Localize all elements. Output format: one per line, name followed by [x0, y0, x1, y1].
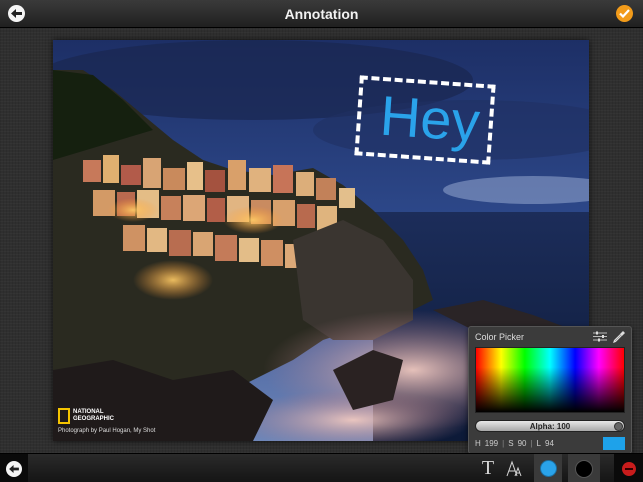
s-value[interactable]: 90 — [518, 439, 527, 448]
alpha-label: Alpha: 100 — [529, 422, 571, 431]
national-geographic-logo-icon — [58, 408, 70, 424]
l-label: L — [536, 439, 541, 448]
font-size-icon — [506, 460, 522, 476]
bottom-toolbar: T — [0, 453, 643, 482]
stroke-dot-icon — [575, 459, 593, 478]
page-title: Annotation — [284, 6, 359, 22]
sliders-icon[interactable] — [593, 331, 607, 342]
delete-button[interactable] — [614, 454, 643, 482]
back-button-bottom[interactable] — [0, 454, 28, 482]
eyedropper-icon[interactable] — [613, 330, 626, 343]
text-tool-button[interactable]: T — [474, 454, 502, 482]
alpha-slider-knob[interactable] — [614, 422, 623, 431]
font-size-tool-button[interactable] — [500, 454, 528, 482]
alpha-slider[interactable]: Alpha: 100 — [475, 420, 625, 432]
h-label: H — [475, 439, 481, 448]
stroke-tool-button[interactable] — [568, 454, 600, 482]
color-picker-panel: Color Picker Alpha: 100 H 199 | S 90 | L… — [468, 326, 632, 454]
top-bar: Annotation — [0, 0, 643, 28]
logo-text-line2: GEOGRAPHIC — [73, 416, 115, 422]
logo-text-line1: NATIONAL — [73, 409, 104, 415]
h-value[interactable]: 199 — [485, 439, 498, 448]
photo-credit: Photograph by Paul Hogan, My Shot — [58, 428, 156, 434]
hsl-readout: H 199 | S 90 | L 94 — [475, 439, 554, 448]
separator: | — [502, 439, 505, 448]
color-swatch — [603, 437, 625, 450]
done-button[interactable] — [616, 5, 633, 22]
annotation-text[interactable]: Hey — [358, 81, 502, 156]
separator: | — [530, 439, 533, 448]
delete-icon — [621, 461, 636, 476]
color-spectrum[interactable] — [475, 347, 625, 413]
color-tool-button[interactable] — [534, 454, 562, 482]
s-label: S — [508, 439, 514, 448]
color-picker-title: Color Picker — [475, 332, 525, 342]
back-arrow-icon — [9, 464, 19, 473]
text-icon: T — [481, 457, 495, 479]
logo-text: NATIONAL GEOGRAPHIC — [73, 409, 114, 423]
l-value[interactable]: 94 — [545, 439, 554, 448]
color-dot-icon — [540, 461, 556, 476]
checkmark-icon — [619, 9, 630, 18]
